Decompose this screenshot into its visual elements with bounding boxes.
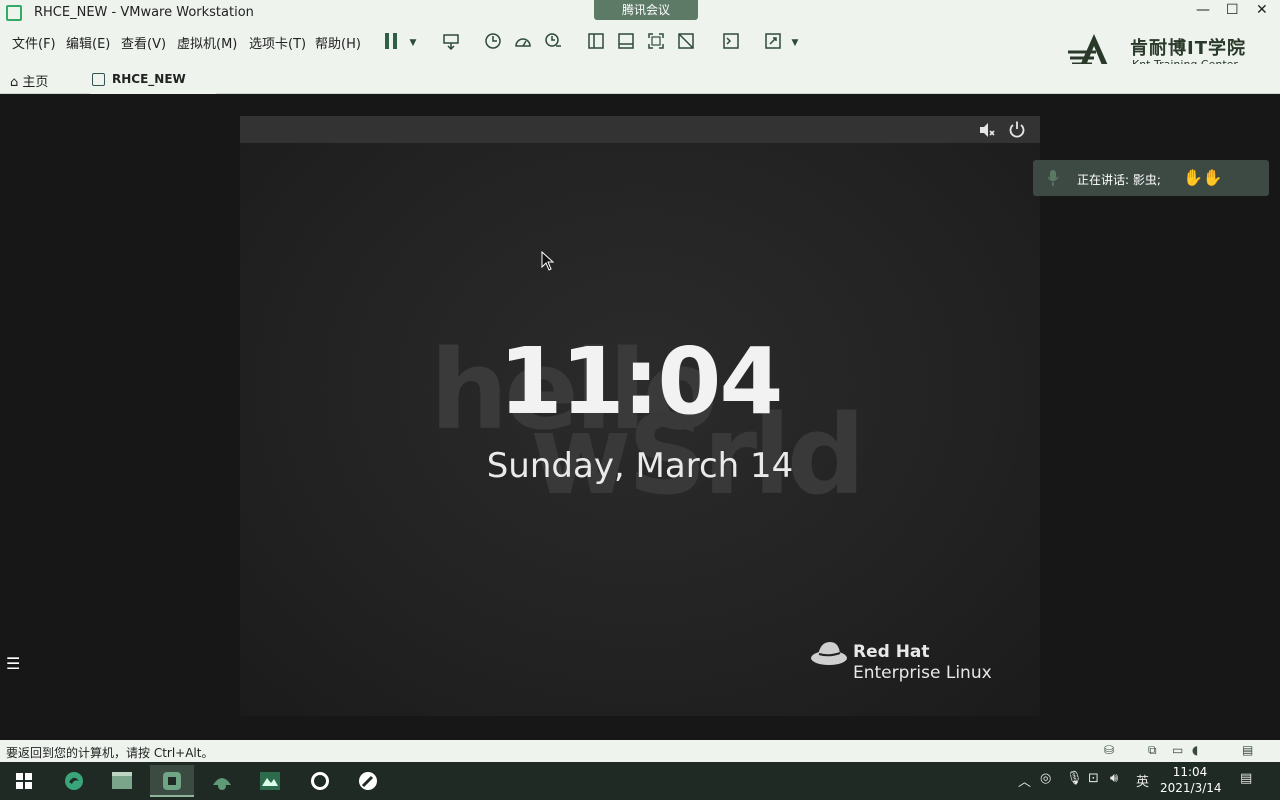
notification-icon[interactable]: ▤ xyxy=(1240,771,1252,786)
vm-icon xyxy=(92,73,105,86)
hamburger-menu-icon[interactable]: ☰ xyxy=(6,654,20,673)
stretch-icon[interactable] xyxy=(762,32,784,54)
manage-snapshots-icon[interactable] xyxy=(542,32,564,54)
microphone-icon xyxy=(1047,170,1059,186)
app-icon[interactable] xyxy=(346,765,390,797)
sidebar-icon[interactable] xyxy=(585,32,607,54)
windows-start-icon[interactable] xyxy=(2,765,46,797)
mouse-pointer-icon xyxy=(541,251,555,271)
chevron-down-icon[interactable]: ▼ xyxy=(402,32,424,54)
edge-icon[interactable] xyxy=(52,765,96,797)
vmware-window: RHCE_NEW - VMware Workstation 腾讯会议 — ☐ ✕… xyxy=(0,0,1280,800)
meeting-tray-icon[interactable]: ◎ xyxy=(1040,771,1051,786)
tab-bar: ⌂ 主页 RHCE_NEW xyxy=(0,64,1280,94)
send-keys-icon[interactable] xyxy=(440,32,462,54)
chevron-down-icon[interactable]: ▼ xyxy=(784,32,806,54)
menu-file[interactable]: 文件(F) xyxy=(12,33,56,52)
volume-muted-icon[interactable] xyxy=(978,121,996,139)
pause-icon[interactable] xyxy=(380,32,402,54)
obs-icon[interactable] xyxy=(298,765,342,797)
unity-icon[interactable] xyxy=(675,32,697,54)
speaking-label: 正在讲话: 影虫; xyxy=(1077,173,1161,187)
tab-vm-label: RHCE_NEW xyxy=(112,72,186,86)
close-button[interactable]: ✕ xyxy=(1256,2,1268,18)
snapshot-icon[interactable] xyxy=(482,32,504,54)
lock-screen-clock: 11:04 xyxy=(498,328,784,435)
app-icon[interactable] xyxy=(100,765,144,797)
minimize-button[interactable]: — xyxy=(1196,2,1210,18)
menu-help[interactable]: 帮助(H) xyxy=(315,33,361,52)
app-icon[interactable] xyxy=(248,765,292,797)
redhat-hat-icon xyxy=(811,642,847,665)
menu-view[interactable]: 查看(V) xyxy=(121,33,166,52)
vm-display-area[interactable]: hello wSrld 11:04 Sunday, March 14 Red H… xyxy=(0,94,1280,740)
message-icon[interactable]: ▤ xyxy=(1242,743,1258,758)
redhat-brand-line1: Red Hat xyxy=(853,642,930,662)
menu-tabs[interactable]: 选项卡(T) xyxy=(249,33,306,52)
taskbar-time: 11:04 xyxy=(1172,765,1208,779)
taskbar-clock[interactable]: 11:04 2021/3/14 xyxy=(1160,764,1222,796)
redhat-brand-line2: Enterprise Linux xyxy=(853,663,992,683)
network-icon[interactable]: ⊡ xyxy=(1088,771,1099,786)
volume-icon[interactable]: 🔊︎ xyxy=(1110,771,1118,786)
chevron-up-icon[interactable]: ︿ xyxy=(1018,771,1031,790)
menu-bar: 文件(F) 编辑(E) 查看(V) 虚拟机(M) 选项卡(T) 帮助(H) ▼ xyxy=(0,26,1280,71)
wave-icon: ✋✋ xyxy=(1183,168,1223,187)
vmware-app-icon xyxy=(6,5,22,21)
restore-snapshot-icon[interactable] xyxy=(512,32,534,54)
title-bar: RHCE_NEW - VMware Workstation 腾讯会议 — ☐ ✕ xyxy=(0,0,1280,26)
sound-card-icon[interactable]: ◖ xyxy=(1192,743,1208,758)
maximize-button[interactable]: ☐ xyxy=(1226,2,1239,18)
tab-home-label: 主页 xyxy=(22,75,49,90)
meeting-speaking-indicator: 正在讲话: 影虫; ✋✋ xyxy=(1033,160,1269,196)
menu-edit[interactable]: 编辑(E) xyxy=(66,33,110,52)
meeting-badge[interactable]: 腾讯会议 xyxy=(594,0,698,20)
power-icon[interactable] xyxy=(1008,120,1026,138)
home-icon: ⌂ xyxy=(10,75,19,90)
menu-vm[interactable]: 虚拟机(M) xyxy=(177,33,237,52)
release-hint: 要返回到您的计算机，请按 Ctrl+Alt。 xyxy=(6,746,214,760)
logo-chinese-text: 肯耐博IT学院 xyxy=(1130,38,1246,59)
redhat-logo: Red Hat Enterprise Linux xyxy=(810,636,1030,686)
status-bar: 要返回到您的计算机，请按 Ctrl+Alt。 ⛁ ⧉ ▭ ◖ ▤ xyxy=(0,740,1280,762)
console-icon[interactable] xyxy=(720,32,742,54)
gnome-top-bar xyxy=(240,116,1040,143)
thumbnail-icon[interactable] xyxy=(615,32,637,54)
windows-taskbar: ︿ ◎ 🎙︎ ⊡ 🔊︎ 英 11:04 2021/3/14 ▤ xyxy=(0,762,1280,800)
taskbar-date: 2021/3/14 xyxy=(1160,781,1222,795)
ime-indicator[interactable]: 英 xyxy=(1136,771,1149,790)
tab-home[interactable]: ⌂ 主页 xyxy=(10,71,48,90)
guest-lock-screen[interactable]: hello wSrld 11:04 Sunday, March 14 Red H… xyxy=(240,116,1040,716)
hard-disk-icon[interactable]: ⛁ xyxy=(1104,743,1120,758)
lock-screen-date: Sunday, March 14 xyxy=(486,446,794,486)
network-icon[interactable]: ⧉ xyxy=(1148,743,1164,758)
window-title: RHCE_NEW - VMware Workstation xyxy=(34,5,254,20)
tab-rhce-new[interactable]: RHCE_NEW xyxy=(90,69,216,94)
usb-icon[interactable]: ▭ xyxy=(1172,743,1188,758)
fullscreen-icon[interactable] xyxy=(645,32,667,54)
app-icon[interactable] xyxy=(200,765,244,797)
vmware-icon[interactable] xyxy=(150,765,194,797)
microphone-icon[interactable]: 🎙︎ xyxy=(1066,771,1083,786)
